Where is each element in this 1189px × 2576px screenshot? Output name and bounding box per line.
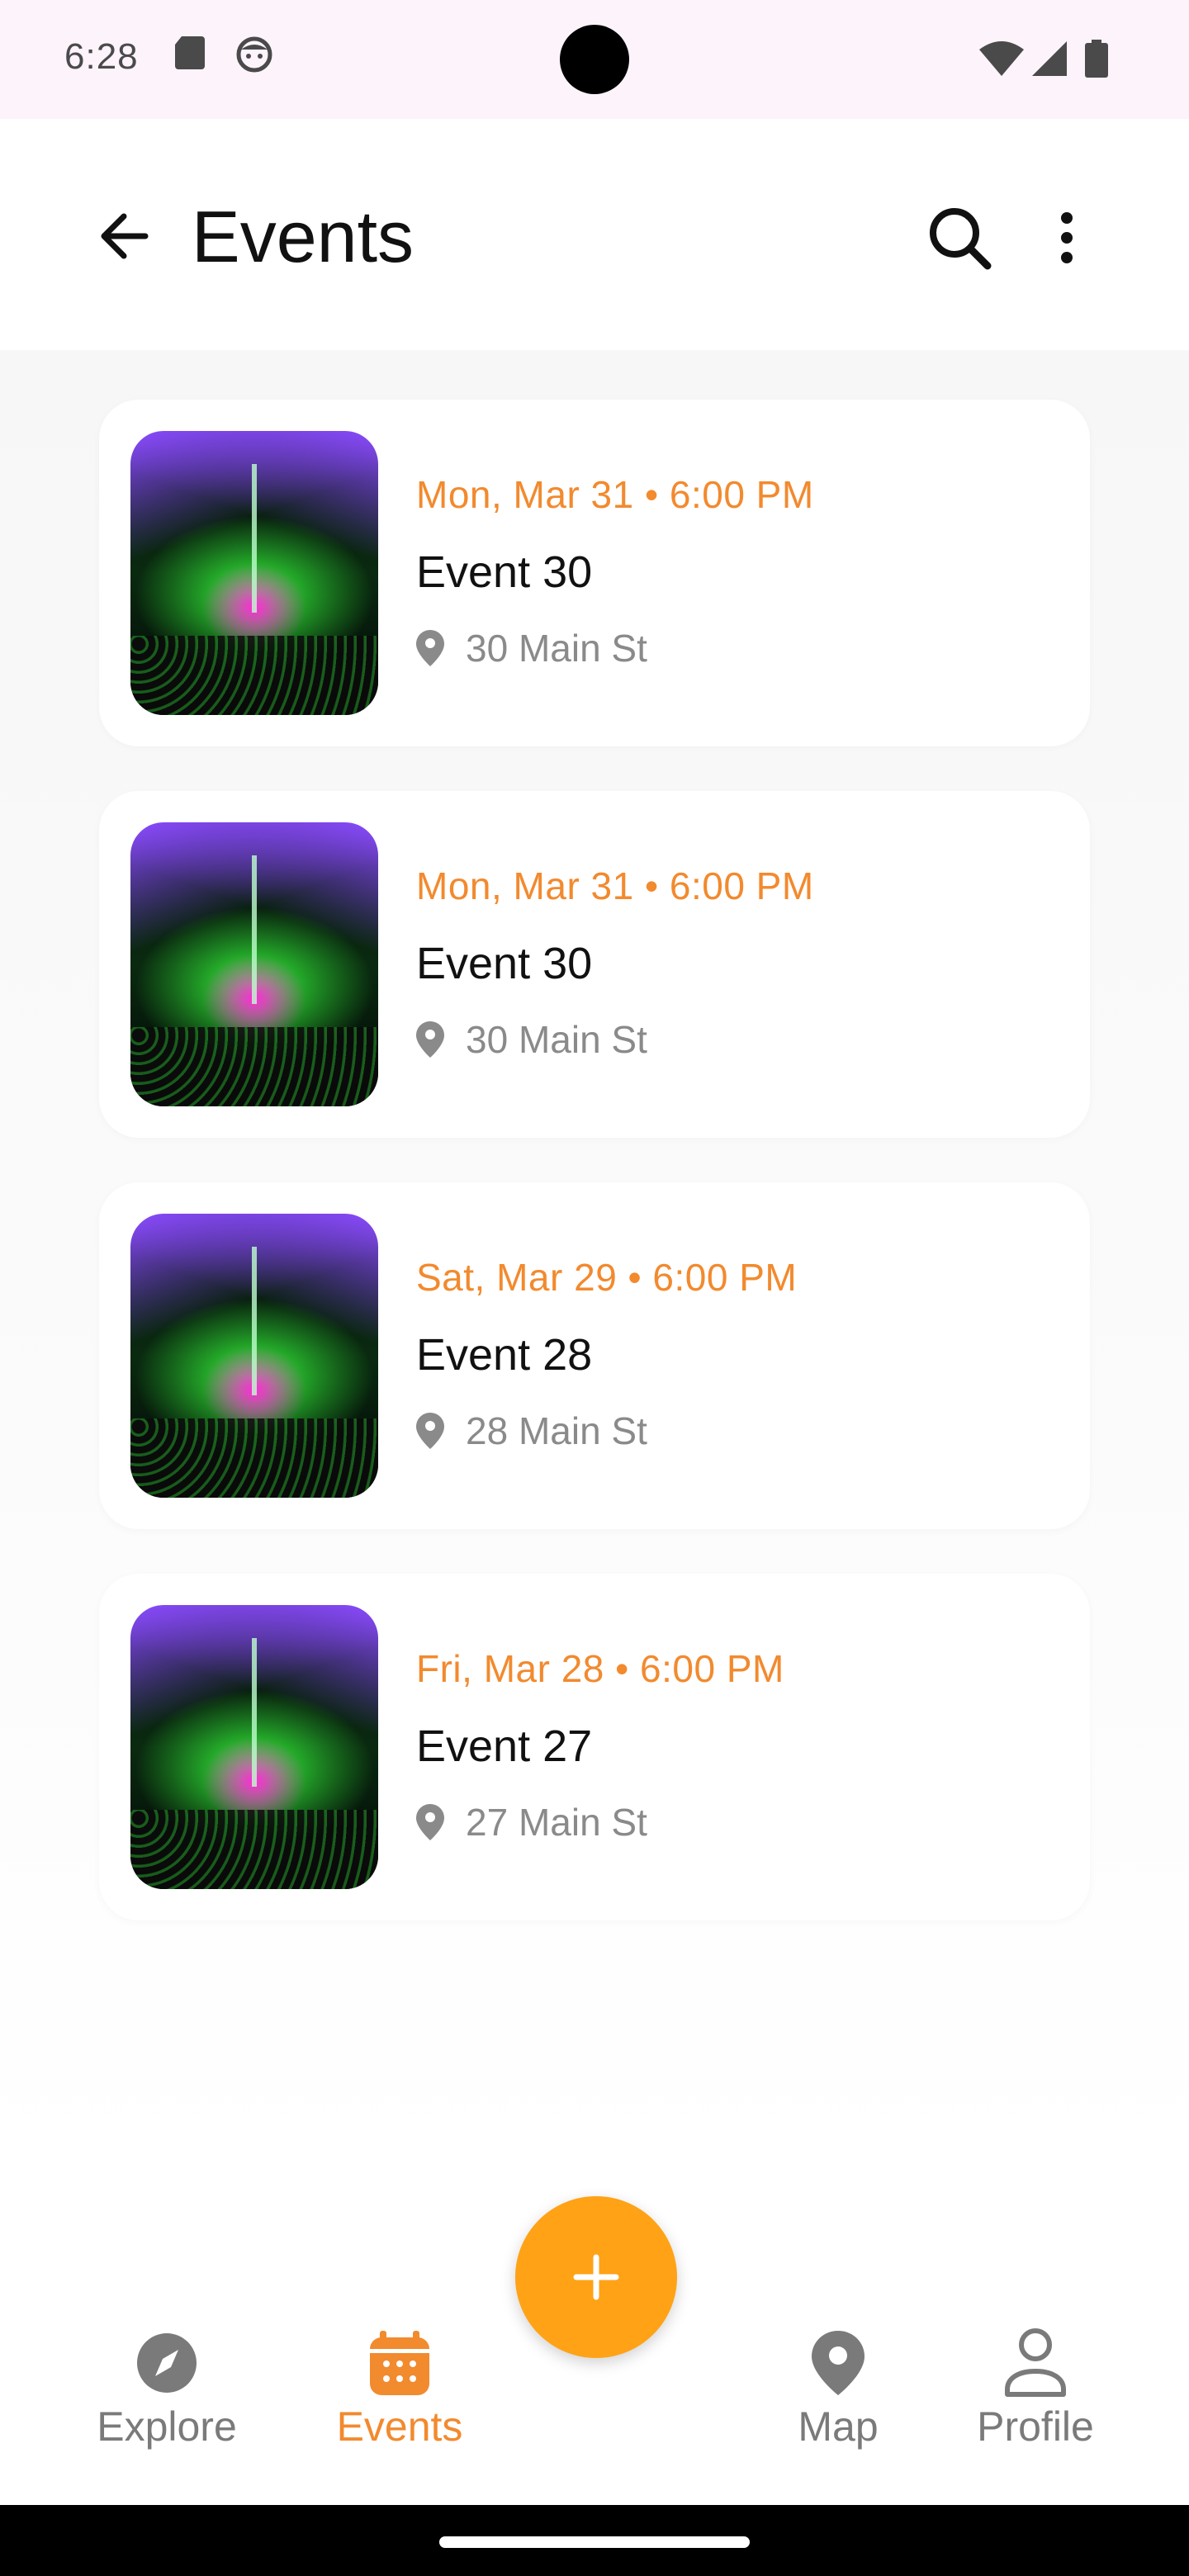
event-location: 27 Main St	[416, 1800, 647, 1844]
search-button[interactable]	[921, 200, 997, 276]
nav-label: Events	[336, 2403, 463, 2450]
event-location-text: 28 Main St	[466, 1409, 647, 1452]
event-date: Mon, Mar 31 • 6:00 PM	[416, 473, 814, 516]
event-thumbnail	[130, 1605, 378, 1889]
event-thumbnail	[130, 431, 378, 715]
event-list: Mon, Mar 31 • 6:00 PM Event 30 30 Main S…	[0, 350, 1189, 2166]
event-location: 28 Main St	[416, 1409, 647, 1453]
status-bar: 6:28	[0, 0, 1189, 119]
back-button[interactable]	[89, 201, 159, 271]
app-bar: Events	[0, 119, 1189, 350]
event-title: Event 27	[416, 1721, 593, 1771]
event-location-text: 30 Main St	[466, 1018, 647, 1061]
signal-icon	[1032, 41, 1067, 80]
event-title: Event 30	[416, 939, 593, 988]
nav-label: Explore	[97, 2403, 237, 2450]
nav-label: Profile	[977, 2403, 1094, 2450]
nav-item-map[interactable]: Map	[768, 2295, 908, 2451]
more-vert-icon	[1061, 212, 1073, 263]
page-title: Events	[192, 196, 414, 277]
face-icon	[236, 36, 272, 77]
event-title: Event 30	[416, 547, 593, 597]
home-gesture-handle[interactable]	[439, 2536, 750, 2548]
event-card[interactable]: Sat, Mar 29 • 6:00 PM Event 28 28 Main S…	[99, 1182, 1090, 1529]
back-arrow-icon	[101, 213, 149, 259]
event-card[interactable]: Mon, Mar 31 • 6:00 PM Event 30 30 Main S…	[99, 400, 1090, 746]
sd-card-icon	[175, 36, 205, 73]
plus-icon	[573, 2254, 619, 2300]
compass-icon	[132, 2328, 201, 2398]
search-icon	[930, 208, 992, 270]
event-thumbnail	[130, 822, 378, 1106]
nav-item-events[interactable]: Events	[319, 2295, 481, 2451]
more-options-button[interactable]	[1040, 200, 1093, 276]
event-date: Sat, Mar 29 • 6:00 PM	[416, 1256, 798, 1299]
event-card[interactable]: Fri, Mar 28 • 6:00 PM Event 27 27 Main S…	[99, 1574, 1090, 1920]
event-date: Mon, Mar 31 • 6:00 PM	[416, 864, 814, 907]
add-event-button[interactable]	[515, 2196, 677, 2358]
event-location: 30 Main St	[416, 626, 647, 670]
calendar-icon	[365, 2328, 434, 2398]
front-camera	[560, 25, 629, 94]
location-pin-icon	[416, 1021, 444, 1058]
location-pin-icon	[416, 630, 444, 666]
status-time: 6:28	[64, 36, 139, 77]
event-thumbnail	[130, 1214, 378, 1498]
nav-item-explore[interactable]: Explore	[83, 2295, 251, 2451]
battery-icon	[1085, 40, 1108, 82]
person-icon	[1001, 2328, 1070, 2398]
location-pin-icon	[416, 1804, 444, 1840]
map-pin-icon	[803, 2328, 873, 2398]
event-card[interactable]: Mon, Mar 31 • 6:00 PM Event 30 30 Main S…	[99, 791, 1090, 1138]
nav-label: Map	[798, 2403, 879, 2450]
nav-item-profile[interactable]: Profile	[959, 2295, 1111, 2451]
event-location: 30 Main St	[416, 1017, 647, 1062]
event-title: Event 28	[416, 1330, 593, 1380]
event-date: Fri, Mar 28 • 6:00 PM	[416, 1647, 784, 1690]
wifi-icon	[979, 41, 1024, 80]
location-pin-icon	[416, 1413, 444, 1449]
event-location-text: 30 Main St	[466, 627, 647, 670]
event-location-text: 27 Main St	[466, 1801, 647, 1844]
